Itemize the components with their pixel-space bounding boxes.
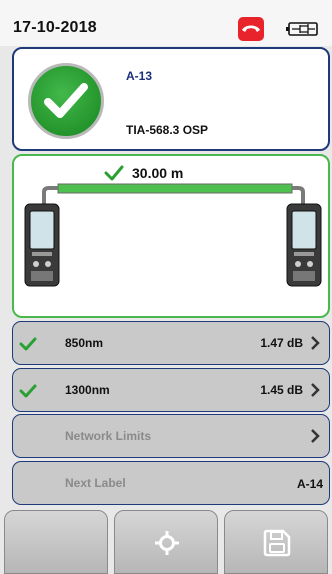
next-label-row[interactable]: Next Label A-14: [12, 461, 330, 505]
check-icon: [19, 337, 37, 351]
link-length: 30.00 m: [132, 165, 184, 181]
pass-check-icon: [28, 63, 104, 139]
right-tester-icon: [286, 203, 322, 287]
network-limits-row[interactable]: Network Limits: [12, 414, 330, 458]
phone-hangup-icon[interactable]: [238, 17, 264, 41]
chevron-right-icon: [311, 336, 320, 350]
loss-value: 1.47 dB: [260, 336, 303, 350]
next-label-title: Next Label: [65, 476, 126, 490]
locate-button[interactable]: [114, 510, 218, 574]
link-diagram[interactable]: 30.00 m: [12, 154, 330, 318]
status-bar: 17-10-2018: [0, 0, 332, 46]
result-row-850[interactable]: 850nm 1.47 dB: [12, 321, 330, 365]
cable-label: A-13: [126, 69, 153, 83]
check-icon: [104, 165, 124, 181]
date-display: 17-10-2018: [13, 19, 97, 36]
save-icon: [263, 529, 291, 557]
battery-icon: [286, 21, 320, 42]
save-button[interactable]: [224, 510, 328, 574]
blank-softkey[interactable]: [4, 510, 108, 574]
left-tester-icon: [24, 203, 60, 287]
check-icon: [19, 384, 37, 398]
network-limits-label: Network Limits: [65, 429, 152, 443]
result-row-1300[interactable]: 1300nm 1.45 dB: [12, 368, 330, 412]
chevron-right-icon: [311, 429, 320, 443]
next-label-value: A-14: [296, 477, 323, 491]
locate-icon: [155, 531, 179, 555]
wavelength-label: 1300nm: [65, 383, 110, 397]
chevron-right-icon: [311, 383, 320, 397]
wavelength-label: 850nm: [65, 336, 104, 350]
test-standard: TIA-568.3 OSP: [126, 123, 209, 137]
softkey-bar: [0, 506, 332, 574]
result-card[interactable]: A-13 TIA-568.3 OSP: [12, 47, 330, 151]
loss-value: 1.45 dB: [260, 383, 303, 397]
